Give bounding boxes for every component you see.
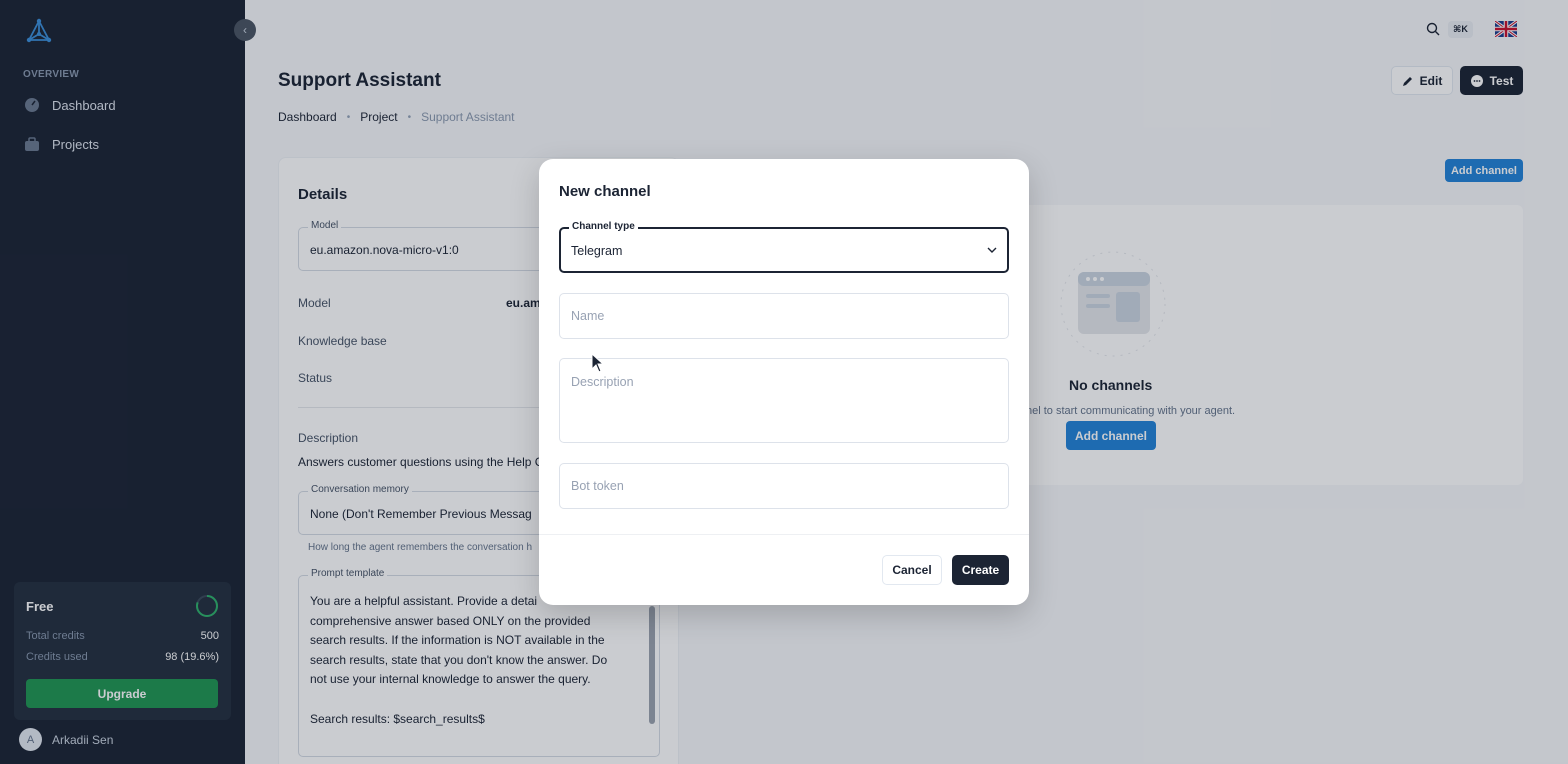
channel-type-value: Telegram [571,244,623,258]
new-channel-dialog: New channel Channel type Telegram Name D… [539,159,1029,605]
description-textarea[interactable]: Description [559,358,1009,443]
cancel-button[interactable]: Cancel [882,555,942,585]
bot-token-placeholder: Bot token [571,479,624,493]
mouse-cursor-icon [591,353,605,373]
channel-type-select[interactable]: Channel type Telegram [559,221,1009,273]
create-button[interactable]: Create [952,555,1009,585]
dialog-divider [539,534,1029,535]
dialog-title: New channel [559,183,651,200]
bot-token-input[interactable]: Bot token [559,463,1009,509]
channel-type-label: Channel type [569,221,638,232]
name-input[interactable]: Name [559,293,1009,339]
description-placeholder: Description [571,375,634,389]
name-placeholder: Name [571,309,605,323]
chevron-down-icon [987,247,997,253]
